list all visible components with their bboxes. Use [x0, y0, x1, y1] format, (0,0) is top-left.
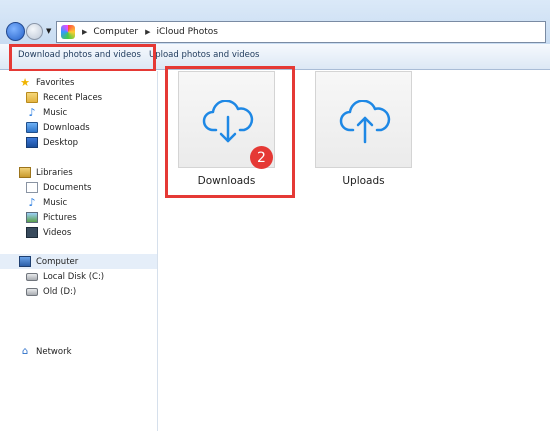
sidebar-item-label: Music [43, 197, 68, 208]
sidebar-item-downloads[interactable]: Downloads [0, 120, 157, 135]
hard-disk-icon [26, 272, 38, 281]
network-icon: ⌂ [21, 346, 29, 357]
breadcrumb-arrow-icon[interactable]: ▶ [145, 28, 150, 36]
recent-places-icon [26, 92, 38, 103]
sidebar-item-label: Recent Places [43, 92, 103, 103]
downloads-tile-highlight [165, 66, 295, 198]
sidebar-item-label: Local Disk (C:) [43, 271, 105, 282]
cloud-upload-icon [339, 100, 391, 144]
libraries-icon [19, 167, 31, 178]
navigation-pane: ★ Favorites Recent Places ♪ Music Downlo… [0, 71, 158, 431]
sidebar-item-label: Libraries [36, 167, 73, 178]
sidebar-item-libraries[interactable]: Libraries [0, 165, 157, 180]
download-button-highlight [9, 44, 156, 72]
breadcrumb-arrow-icon[interactable]: ▶ [82, 28, 87, 36]
sidebar-item-old-drive[interactable]: Old (D:) [0, 284, 157, 299]
music-note-icon: ♪ [28, 196, 36, 209]
uploads-folder-tile[interactable] [315, 71, 412, 168]
uploads-folder-label[interactable]: Uploads [315, 175, 412, 187]
star-icon: ★ [20, 76, 30, 89]
sidebar-item-label: Music [43, 107, 68, 118]
documents-icon [26, 182, 38, 193]
sidebar-item-recent-places[interactable]: Recent Places [0, 90, 157, 105]
hard-disk-icon [26, 287, 38, 296]
sidebar-item-label: Network [36, 346, 72, 357]
address-bar[interactable]: ▶ Computer ▶ iCloud Photos [56, 21, 546, 43]
computer-icon [19, 256, 31, 267]
forward-button[interactable] [26, 23, 43, 40]
sidebar-item-pictures[interactable]: Pictures [0, 210, 157, 225]
back-button[interactable] [6, 22, 25, 41]
sidebar-item-network[interactable]: ⌂ Network [0, 344, 157, 359]
sidebar-item-local-disk[interactable]: Local Disk (C:) [0, 269, 157, 284]
sidebar-item-label: Downloads [43, 122, 90, 133]
breadcrumb-computer[interactable]: Computer [93, 27, 138, 37]
recent-pages-dropdown-icon[interactable]: ▼ [46, 27, 51, 35]
music-note-icon: ♪ [28, 106, 36, 119]
sidebar-item-videos[interactable]: Videos [0, 225, 157, 240]
sidebar-item-label: Videos [43, 227, 72, 238]
desktop-icon [26, 137, 38, 148]
step-2-badge: 2 [250, 146, 273, 169]
sidebar-item-label: Favorites [36, 77, 75, 88]
pictures-icon [26, 212, 38, 223]
sidebar-item-label: Computer [36, 256, 79, 267]
sidebar-item-label: Desktop [43, 137, 79, 148]
sidebar-item-music[interactable]: ♪ Music [0, 105, 157, 120]
sidebar-item-label: Documents [43, 182, 92, 193]
upload-photos-button[interactable]: Upload photos and videos [149, 50, 259, 60]
sidebar-item-desktop[interactable]: Desktop [0, 135, 157, 150]
sidebar-item-favorites[interactable]: ★ Favorites [0, 75, 157, 90]
downloads-folder-icon [26, 122, 38, 133]
sidebar-item-documents[interactable]: Documents [0, 180, 157, 195]
videos-icon [26, 227, 38, 238]
sidebar-item-computer[interactable]: Computer [0, 254, 157, 269]
sidebar-item-label: Pictures [43, 212, 77, 223]
icloud-photos-icon [61, 25, 75, 39]
breadcrumb-icloud-photos[interactable]: iCloud Photos [157, 27, 218, 37]
title-bar: ▼ ▶ Computer ▶ iCloud Photos [0, 0, 550, 44]
sidebar-item-library-music[interactable]: ♪ Music [0, 195, 157, 210]
sidebar-item-label: Old (D:) [43, 286, 77, 297]
